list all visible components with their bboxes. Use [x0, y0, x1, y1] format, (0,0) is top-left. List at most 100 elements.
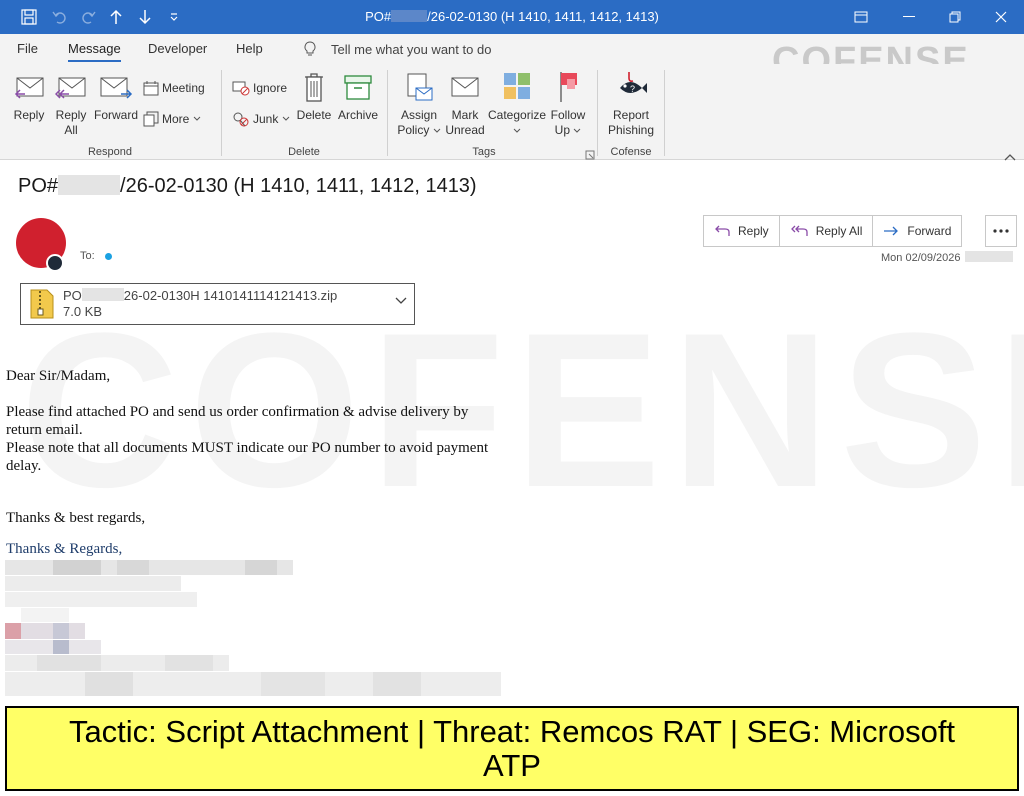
- more-respond-button[interactable]: More: [143, 111, 204, 127]
- redo-icon[interactable]: [74, 0, 102, 34]
- delete-button[interactable]: Delete: [295, 70, 333, 123]
- ignore-label: Ignore: [253, 81, 288, 95]
- flag-icon: [560, 72, 577, 102]
- forward-button[interactable]: Forward: [94, 70, 138, 123]
- tab-help[interactable]: Help: [236, 41, 263, 56]
- header-reply-all-button[interactable]: Reply All: [780, 216, 874, 246]
- chevron-down-icon: [573, 128, 581, 133]
- reply-all-button[interactable]: Reply All: [52, 70, 90, 138]
- follow-up-button[interactable]: Follow Up: [548, 70, 588, 138]
- respond-group-label: Respond: [87, 146, 133, 158]
- message-actions: Reply Reply All Forward: [703, 215, 963, 247]
- received-date: Mon 02/09/2026: [881, 251, 1013, 264]
- chevron-down-icon: [433, 128, 441, 133]
- tags-group-label: Tags: [472, 146, 496, 158]
- forward-icon: [100, 77, 133, 99]
- save-icon[interactable]: [14, 0, 44, 34]
- categorize-button[interactable]: Categorize: [488, 70, 546, 138]
- tell-me-label: Tell me what you want to do: [331, 41, 492, 57]
- assign-label-2: Policy: [397, 123, 430, 137]
- ignore-button[interactable]: Ignore: [232, 80, 287, 96]
- header-reply-button[interactable]: Reply: [704, 216, 780, 246]
- mark-unread-button[interactable]: Mark Unread: [444, 70, 486, 138]
- window-title-suffix: /26-02-0130 (H 1410, 1411, 1412, 1413): [427, 9, 659, 24]
- phish-hook-icon: ?: [620, 72, 647, 94]
- delete-group-label: Delete: [288, 146, 320, 158]
- junk-label: Junk: [253, 112, 279, 126]
- redacted-block: [964, 251, 1013, 262]
- assign-label-1: Assign: [400, 108, 438, 122]
- title-bar: PO# /26-02-0130 (H 1410, 1411, 1412, 1413…: [0, 0, 1024, 34]
- assign-policy-icon: [407, 73, 433, 101]
- reply-arrow-icon: [715, 225, 730, 236]
- ribbon-display-icon[interactable]: [838, 0, 884, 34]
- tab-message[interactable]: Message: [68, 41, 121, 62]
- message-subject: PO# /26-02-0130 (H 1410, 1411, 1412, 1413…: [18, 175, 477, 198]
- reply-all-label-2: All: [64, 123, 78, 137]
- body-line-2: return email.: [6, 422, 83, 438]
- subject-prefix: PO#: [18, 175, 59, 197]
- mark-unread-icon: [451, 77, 479, 97]
- report-label-2: Phishing: [607, 123, 655, 137]
- more-options-button[interactable]: [985, 215, 1017, 247]
- tab-developer[interactable]: Developer: [148, 41, 207, 56]
- more-label: More: [162, 112, 190, 126]
- ellipsis-icon: [993, 229, 1009, 233]
- presence-status-icon: [46, 254, 64, 272]
- window-title: PO# /26-02-0130 (H 1410, 1411, 1412, 1413…: [300, 0, 724, 34]
- categorize-label: Categorize: [488, 108, 547, 122]
- to-label: To:: [80, 250, 95, 262]
- report-label-1: Report: [612, 108, 650, 122]
- junk-icon: [233, 112, 249, 127]
- reply-all-icon: [55, 77, 86, 99]
- ignore-icon: [232, 81, 250, 96]
- report-phishing-button[interactable]: ? Report Phishing: [604, 70, 658, 138]
- more-respond-icon: [143, 111, 159, 127]
- subject-suffix: /26-02-0130 (H 1410, 1411, 1412, 1413): [120, 175, 477, 197]
- undo-icon[interactable]: [46, 0, 74, 34]
- archive-label: Archive: [337, 108, 378, 122]
- reply-all-label-1: Reply: [55, 108, 87, 122]
- dialog-launcher-icon[interactable]: [585, 147, 595, 165]
- body-line-3: Please note that all documents MUST indi…: [6, 440, 489, 456]
- meeting-button[interactable]: Meeting: [143, 80, 205, 96]
- reply-button[interactable]: Reply: [10, 70, 48, 123]
- recipient-presence-icon: [105, 253, 112, 260]
- header-forward-button[interactable]: Forward: [873, 216, 961, 246]
- follow-label-2: Up: [554, 123, 570, 137]
- header-forward-label: Forward: [907, 224, 952, 238]
- assign-policy-button[interactable]: Assign Policy: [396, 70, 442, 138]
- junk-button[interactable]: Junk: [232, 111, 293, 127]
- threat-banner: Tactic: Script Attachment | Threat: Remc…: [5, 706, 1019, 791]
- previous-item-icon[interactable]: [104, 0, 128, 34]
- reply-all-arrow-icon: [790, 225, 808, 236]
- ribbon-divider: [597, 70, 598, 156]
- tab-file[interactable]: File: [17, 41, 38, 56]
- collapse-ribbon-icon[interactable]: [1004, 148, 1016, 166]
- meeting-label: Meeting: [162, 81, 205, 95]
- forward-label: Forward: [94, 108, 139, 122]
- restore-icon[interactable]: [932, 0, 978, 34]
- chevron-down-icon: [513, 128, 521, 133]
- reply-icon: [14, 77, 44, 99]
- archive-icon: [344, 75, 372, 100]
- redacted-signature: [5, 560, 501, 696]
- archive-button[interactable]: Archive: [336, 70, 380, 123]
- follow-label-1: Follow: [550, 108, 586, 122]
- body-line-4: delay.: [6, 458, 42, 474]
- tell-me-search[interactable]: Tell me what you want to do: [303, 41, 491, 57]
- signature-name: Thanks & Regards,: [6, 541, 123, 557]
- close-icon[interactable]: [978, 0, 1024, 34]
- banner-line-2: ATP: [483, 748, 541, 783]
- ribbon: Reply Reply All Forward Meeting More Res…: [0, 64, 1024, 161]
- categorize-icon: [504, 73, 530, 99]
- body-line-1: Please find attached PO and send us orde…: [6, 404, 469, 420]
- minimize-icon[interactable]: [886, 0, 932, 34]
- next-item-icon[interactable]: [133, 0, 157, 34]
- header-reply-all-label: Reply All: [815, 224, 863, 238]
- closing: Thanks & best regards,: [6, 510, 146, 526]
- delete-label: Delete: [296, 108, 332, 122]
- calendar-icon: [143, 81, 159, 96]
- customize-toolbar-icon[interactable]: [164, 0, 184, 34]
- chevron-down-icon: [283, 116, 290, 121]
